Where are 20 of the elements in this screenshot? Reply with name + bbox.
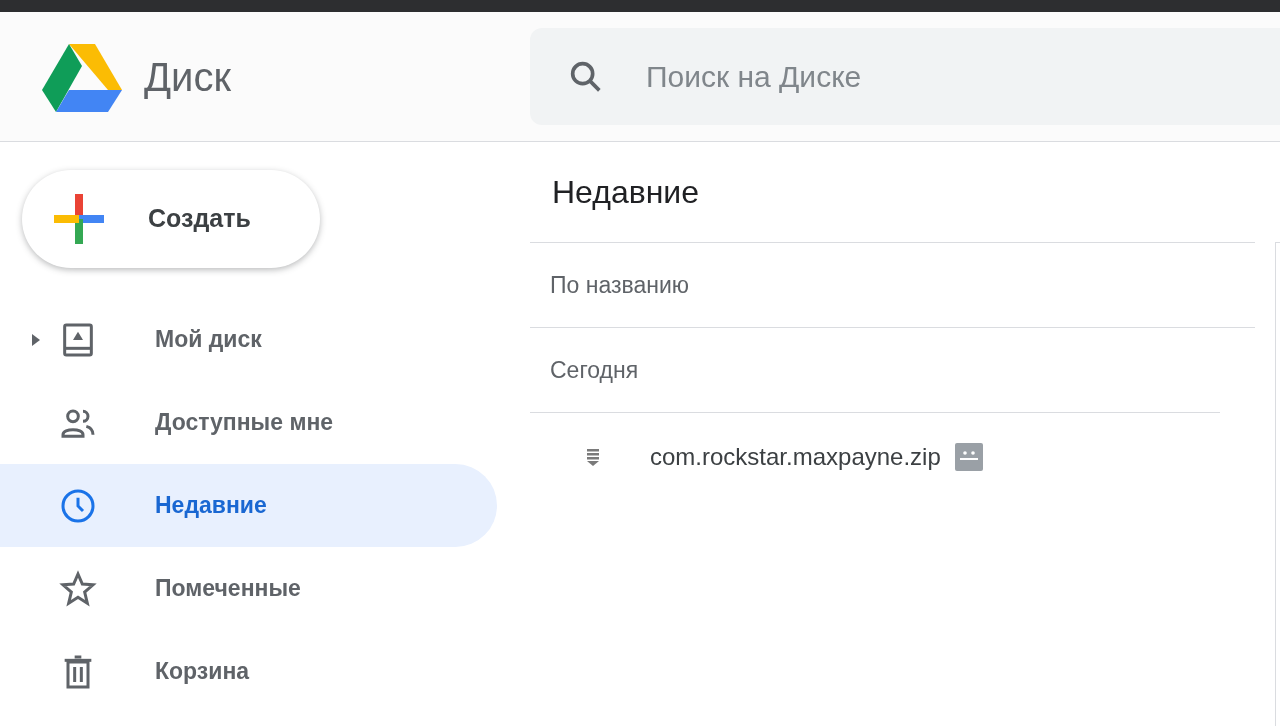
sidebar-item[interactable]: Корзина — [0, 630, 497, 713]
page-title: Недавние — [552, 173, 699, 212]
sidebar-item[interactable]: Недавние — [0, 464, 497, 547]
search-input[interactable]: Поиск на Диске — [646, 54, 1280, 99]
app-file-icon — [954, 443, 983, 471]
file-name: com.rockstar.maxpayne.zip — [650, 442, 941, 472]
zip-file-icon — [586, 447, 600, 467]
create-button[interactable]: Создать — [22, 170, 320, 268]
group-label: Сегодня — [550, 355, 639, 385]
file-row[interactable]: com.rockstar.maxpayne.zip — [530, 413, 1255, 501]
sidebar-item[interactable]: Помеченные — [0, 547, 497, 630]
sidebar-item[interactable]: Мой диск — [0, 298, 497, 381]
plus-icon — [54, 194, 104, 244]
sort-label[interactable]: По названию — [550, 267, 690, 303]
sidebar-item[interactable]: Доступные мне — [0, 381, 497, 464]
star-icon — [58, 568, 98, 609]
app-name: Диск — [144, 53, 231, 101]
search-field[interactable]: Поиск на Диске — [530, 28, 1280, 125]
drive-logo-icon — [42, 41, 122, 112]
expand-arrow-icon[interactable] — [30, 331, 42, 348]
